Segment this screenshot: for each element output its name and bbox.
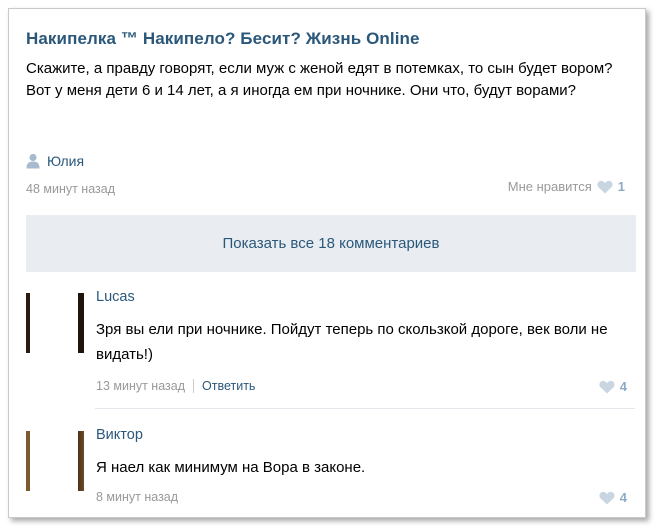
avatar[interactable]: [26, 431, 84, 491]
post-card: Накипелка ™ Накипело? Бесит? Жизнь Onlin…: [8, 8, 646, 518]
person-icon: [26, 153, 40, 169]
group-title-link[interactable]: Накипелка ™ Накипело? Бесит? Жизнь Onlin…: [26, 29, 420, 49]
heart-icon: [597, 180, 613, 194]
reply-link[interactable]: Ответить: [202, 379, 255, 393]
comment-like-button[interactable]: 4: [599, 490, 627, 505]
post-author[interactable]: Юлия: [26, 151, 84, 171]
comment-like-count: 4: [619, 379, 627, 394]
like-label: Мне нравится: [507, 179, 592, 194]
author-name[interactable]: Юлия: [47, 153, 84, 169]
comment-meta: 8 минут назад: [96, 490, 178, 504]
comment-text: Я наел как минимум на Вора в законе.: [96, 459, 366, 476]
comment-time[interactable]: 13 минут назад: [96, 379, 185, 393]
comment-author-name[interactable]: Виктор: [96, 427, 143, 443]
comment-author-name[interactable]: Lucas: [96, 289, 135, 305]
comment-meta: 13 минут назад Ответить: [96, 379, 255, 393]
post-time[interactable]: 48 минут назад: [26, 182, 115, 196]
post-like-button[interactable]: Мне нравится 1: [508, 179, 625, 194]
heart-icon: [599, 491, 615, 505]
comment-divider: [95, 408, 635, 409]
meta-separator: [193, 379, 194, 393]
avatar[interactable]: [26, 293, 84, 353]
show-all-comments-button[interactable]: Показать все 18 комментариев: [26, 215, 636, 272]
comment-time[interactable]: 8 минут назад: [96, 490, 178, 504]
post-text: Скажите, а правду говорят, если муж с же…: [26, 60, 613, 99]
comment-like-button[interactable]: 4: [599, 379, 627, 394]
like-count: 1: [617, 179, 625, 194]
comment-like-count: 4: [619, 490, 627, 505]
heart-icon: [599, 380, 615, 394]
comment-text: Зря вы ели при ночнике. Пойдут теперь по…: [96, 321, 608, 363]
